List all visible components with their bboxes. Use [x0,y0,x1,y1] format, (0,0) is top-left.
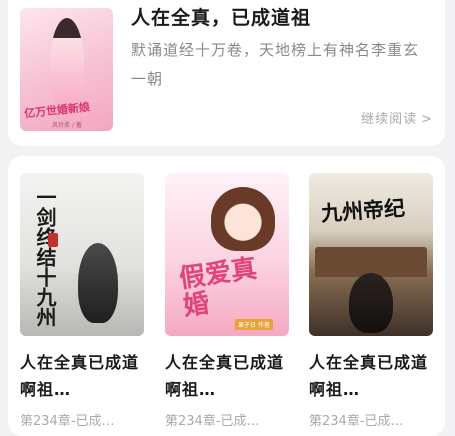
cover-figure-illustration [349,273,393,333]
book-title[interactable]: 人在全真已成道啊祖… [309,349,433,403]
featured-book-title[interactable]: 人在全真，已成道祖 [131,3,311,30]
book-cover-author: 果子日 作者 [235,319,273,330]
book-title[interactable]: 人在全真已成道啊祖… [20,349,144,403]
cover-seal-icon [48,233,58,247]
featured-cover-title: 亿万世婚新娘 [23,100,91,121]
book-cover-title: 一剑终结十九州 [33,187,57,327]
cover-figure-illustration [78,243,118,323]
book-grid-card: 一剑终结十九州 人在全真已成道啊祖… 第234章-已成… 假爱真婚 果子日 作者… [8,156,445,436]
book-chapter-status: 第234章-已成… [165,414,260,429]
cover-figure-illustration [49,18,84,110]
featured-book-cover[interactable]: 亿万世婚新娘 风铃柔 / 著 [20,8,113,131]
featured-book-description: 默诵道经十万卷，天地榜上有神名李重玄一朝 [131,41,420,88]
book-cover[interactable]: 一剑终结十九州 [20,173,144,336]
book-chapter-status: 第234章-已成… [309,414,404,429]
book-item[interactable]: 九州帝纪 人在全真已成道啊祖… 第234章-已成… [309,173,433,429]
book-cover[interactable]: 九州帝纪 [309,173,433,336]
featured-cover-author: 风铃柔 / 著 [52,122,82,129]
book-item[interactable]: 假爱真婚 果子日 作者 人在全真已成道啊祖… 第234章-已成… [165,173,289,429]
book-cover-title: 九州帝纪 [320,195,406,226]
continue-reading-label: 继续阅读 [361,112,418,127]
continue-reading-link[interactable]: 继续阅读 > [361,108,433,127]
book-cover-title: 假爱真婚 [177,253,259,322]
chevron-right-icon: > [421,112,433,127]
book-cover[interactable]: 假爱真婚 果子日 作者 [165,173,289,336]
book-title[interactable]: 人在全真已成道啊祖… [165,349,289,403]
cover-figure-illustration [211,187,275,251]
book-item[interactable]: 一剑终结十九州 人在全真已成道啊祖… 第234章-已成… [20,173,144,429]
continue-reading-card[interactable]: 亿万世婚新娘 风铃柔 / 著 人在全真，已成道祖 默诵道经十万卷，天地榜上有神名… [8,0,445,146]
book-chapter-status: 第234章-已成… [20,414,115,429]
